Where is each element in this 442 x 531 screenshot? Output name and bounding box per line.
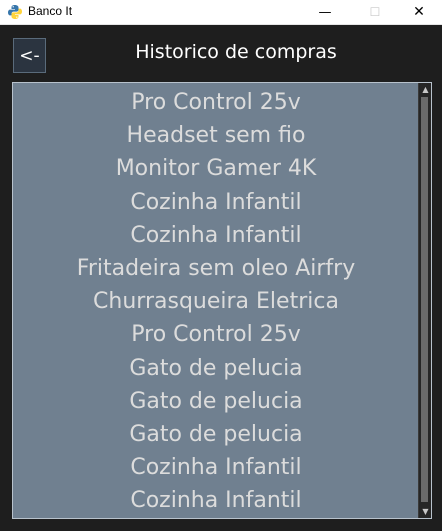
list-item[interactable]: Pro Control 25v (14, 86, 418, 119)
minimize-icon: — (318, 4, 332, 20)
close-icon: ✕ (413, 4, 425, 20)
list-item[interactable]: Monitor Gamer 4K (14, 152, 418, 185)
minimize-button[interactable]: — (302, 0, 348, 24)
list-item[interactable]: Gato de pelucia (14, 385, 418, 418)
close-button[interactable]: ✕ (396, 0, 442, 24)
list-item[interactable]: Cozinha Infantil (14, 186, 418, 219)
scrollbar-thumb[interactable] (421, 97, 428, 502)
list-item[interactable]: Gato de pelucia (14, 352, 418, 385)
scroll-down-icon[interactable]: ▼ (421, 507, 430, 516)
list-item[interactable]: Churrasqueira Eletrica (14, 285, 418, 318)
purchase-list-items: Pro Control 25v Headset sem fio Monitor Ga… (14, 84, 418, 517)
scroll-up-icon[interactable]: ▲ (421, 85, 430, 94)
list-item[interactable]: Headset sem fio (14, 119, 418, 152)
list-item[interactable]: Fritadeira sem oleo Airfry (14, 252, 418, 285)
page-title: Historico de compras (135, 41, 337, 63)
list-item[interactable]: Cozinha Infantil (14, 484, 418, 517)
window-titlebar: Banco It — ☐ ✕ (0, 0, 442, 25)
list-item[interactable]: Cozinha Infantil (14, 219, 418, 252)
list-item[interactable]: Pro Control 25v (14, 318, 418, 351)
back-button[interactable]: <- (13, 38, 46, 73)
maximize-button[interactable]: ☐ (352, 0, 398, 24)
window-title: Banco It (28, 4, 73, 18)
purchase-history-list[interactable]: Pro Control 25v Headset sem fio Monitor Ga… (12, 82, 432, 519)
vertical-scrollbar[interactable]: ▲ ▼ (418, 83, 431, 518)
list-item[interactable]: Gato de pelucia (14, 418, 418, 451)
maximize-icon: ☐ (369, 5, 381, 19)
list-item[interactable]: Cozinha Infantil (14, 451, 418, 484)
python-icon (8, 5, 22, 19)
app-content: <- Historico de compras Pro Control 25v H… (0, 25, 442, 531)
